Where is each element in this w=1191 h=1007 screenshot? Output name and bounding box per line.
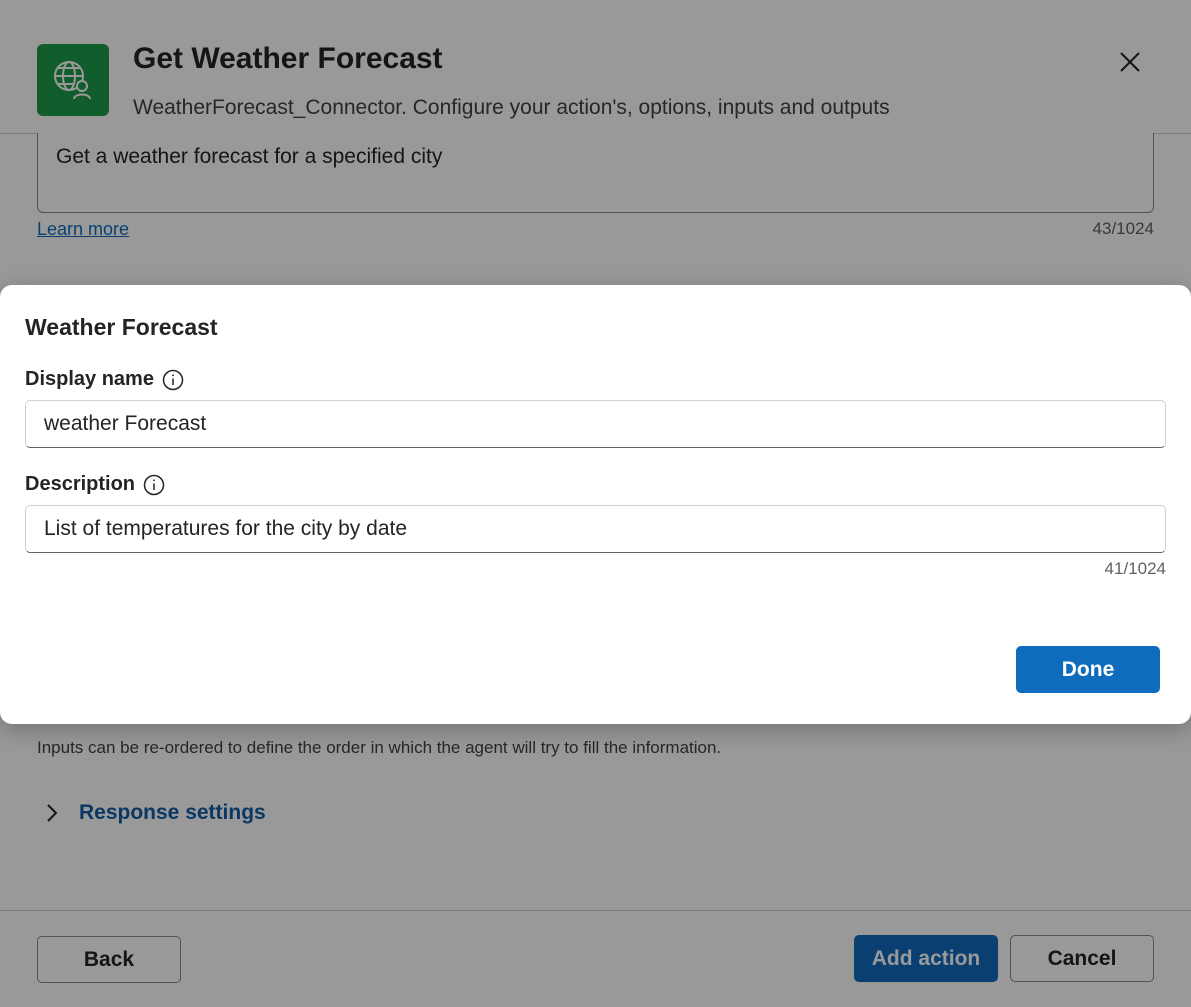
- description-label-text: Description: [25, 473, 136, 495]
- edit-output-modal: Weather Forecast Display name weather Fo…: [0, 285, 1191, 724]
- done-button[interactable]: Done: [1016, 646, 1160, 693]
- info-icon[interactable]: [162, 369, 184, 391]
- display-name-label: Display name: [25, 368, 184, 391]
- description-label: Description: [25, 473, 165, 496]
- modal-description-char-counter: 41/1024: [1104, 559, 1166, 578]
- info-icon[interactable]: [143, 474, 165, 496]
- display-name-label-text: Display name: [25, 368, 154, 390]
- modal-title: Weather Forecast: [25, 314, 218, 340]
- display-name-input[interactable]: weather Forecast: [25, 400, 1166, 448]
- page: Get Weather Forecast WeatherForecast_Con…: [0, 0, 1191, 1007]
- description-input[interactable]: List of temperatures for the city by dat…: [25, 505, 1166, 553]
